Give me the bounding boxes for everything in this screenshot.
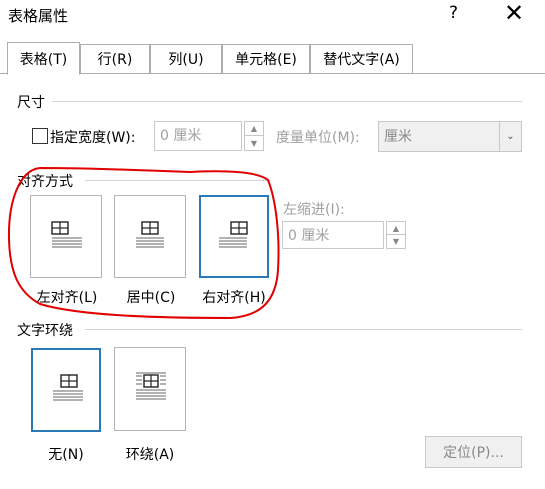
wrap-none-label: 无(N) [48, 447, 84, 463]
wrap-around-label: 环绕(A) [125, 447, 175, 463]
tab-table-label: 表格(T) [19, 51, 68, 68]
tab-table[interactable]: 表格(T) [7, 42, 80, 75]
wrapping-group-label: 文字环绕 [17, 323, 73, 339]
wrap-none-icon [53, 374, 83, 401]
wrap-around-icon [136, 372, 166, 400]
wrapping-group-divider [85, 329, 522, 330]
wrap-none-option[interactable] [31, 348, 101, 432]
wrap-around-option[interactable] [114, 347, 186, 431]
position-button[interactable]: 定位(P)... [425, 436, 522, 468]
